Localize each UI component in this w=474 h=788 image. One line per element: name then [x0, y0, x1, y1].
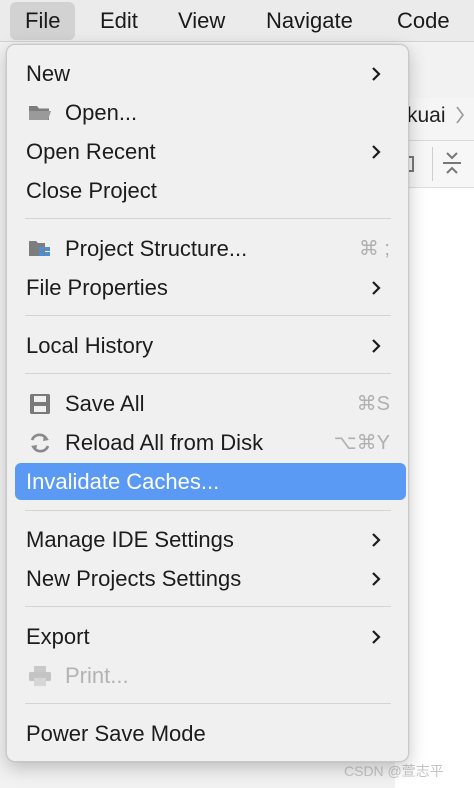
- menu-item-local-history[interactable]: Local History: [15, 329, 406, 363]
- menu-separator: [25, 606, 391, 607]
- menu-item-file-properties[interactable]: File Properties: [15, 271, 406, 305]
- watermark: CSDN @萱志平: [344, 763, 444, 779]
- menu-view[interactable]: View: [178, 0, 225, 42]
- menu-separator: [25, 510, 391, 511]
- menu-item-label: Export: [26, 624, 90, 649]
- menu-item-reload-all[interactable]: Reload All from Disk ⌥⌘Y: [15, 426, 406, 460]
- menu-separator: [25, 218, 391, 219]
- project-structure-icon: [29, 241, 50, 256]
- menu-item-label: Open Recent: [26, 139, 156, 164]
- menu-item-save-all[interactable]: Save All ⌘S: [15, 387, 406, 421]
- breadcrumb-label: kuai: [407, 104, 446, 127]
- chevron-right-icon: [456, 106, 465, 124]
- chevron-right-icon: [372, 630, 381, 644]
- menu-item-label: Save All: [65, 391, 145, 416]
- menu-item-invalidate-caches[interactable]: Invalidate Caches...: [15, 463, 406, 500]
- breadcrumb[interactable]: kuai: [407, 104, 465, 128]
- menu-item-shortcut: ⌥⌘Y: [333, 432, 390, 454]
- menu-item-label: Invalidate Caches...: [26, 469, 220, 494]
- menu-item-label: Manage IDE Settings: [26, 527, 234, 552]
- chevron-right-icon: [372, 67, 381, 81]
- menu-item-project-structure[interactable]: Project Structure... ⌘ ;: [15, 232, 406, 266]
- menu-item-shortcut: ⌘S: [356, 393, 390, 415]
- printer-icon: [29, 666, 51, 686]
- menu-item-label: Local History: [26, 333, 154, 358]
- menu-item-new[interactable]: New: [15, 57, 406, 91]
- menu-item-label: Print...: [65, 663, 129, 688]
- menu-item-new-projects-settings[interactable]: New Projects Settings: [15, 562, 406, 596]
- menu-item-export[interactable]: Export: [15, 620, 406, 654]
- chevron-right-icon: [372, 281, 381, 295]
- menu-item-power-save-mode[interactable]: Power Save Mode: [15, 717, 406, 751]
- menu-item-manage-ide-settings[interactable]: Manage IDE Settings: [15, 523, 406, 557]
- menu-item-label: Power Save Mode: [26, 721, 206, 746]
- menu-item-label: File Properties: [26, 275, 168, 300]
- save-icon: [30, 394, 50, 414]
- menu-separator: [25, 373, 391, 374]
- chevron-right-icon: [372, 572, 381, 586]
- menu-navigate[interactable]: Navigate: [266, 0, 353, 42]
- menu-item-label: Project Structure...: [65, 236, 248, 261]
- menu-edit[interactable]: Edit: [100, 0, 138, 42]
- menu-item-label: Close Project: [26, 178, 157, 203]
- menu-item-open-recent[interactable]: Open Recent: [15, 135, 406, 169]
- menu-item-label: Reload All from Disk: [65, 430, 264, 455]
- collapse-icon[interactable]: [441, 150, 463, 176]
- file-menu: New Open... Open Recent Close Project Pr…: [6, 44, 409, 762]
- menu-item-open[interactable]: Open...: [15, 96, 406, 130]
- menu-item-print: Print...: [15, 659, 406, 693]
- folder-icon: [29, 106, 51, 120]
- reload-icon: [30, 433, 50, 453]
- chevron-right-icon: [372, 533, 381, 547]
- menu-separator: [25, 703, 391, 704]
- menu-separator: [25, 315, 391, 316]
- menu-item-label: New: [26, 61, 71, 86]
- menu-item-close-project[interactable]: Close Project: [15, 174, 406, 208]
- toolbar-divider: [432, 147, 433, 181]
- menu-file[interactable]: File: [10, 2, 76, 40]
- chevron-right-icon: [372, 145, 381, 159]
- menu-item-label: Open...: [65, 100, 138, 125]
- menu-bar: File Edit View Navigate Code: [0, 0, 474, 42]
- chevron-right-icon: [372, 339, 381, 353]
- menu-item-label: New Projects Settings: [26, 566, 242, 591]
- menu-code[interactable]: Code: [397, 0, 450, 42]
- menu-item-shortcut: ⌘ ;: [358, 238, 390, 260]
